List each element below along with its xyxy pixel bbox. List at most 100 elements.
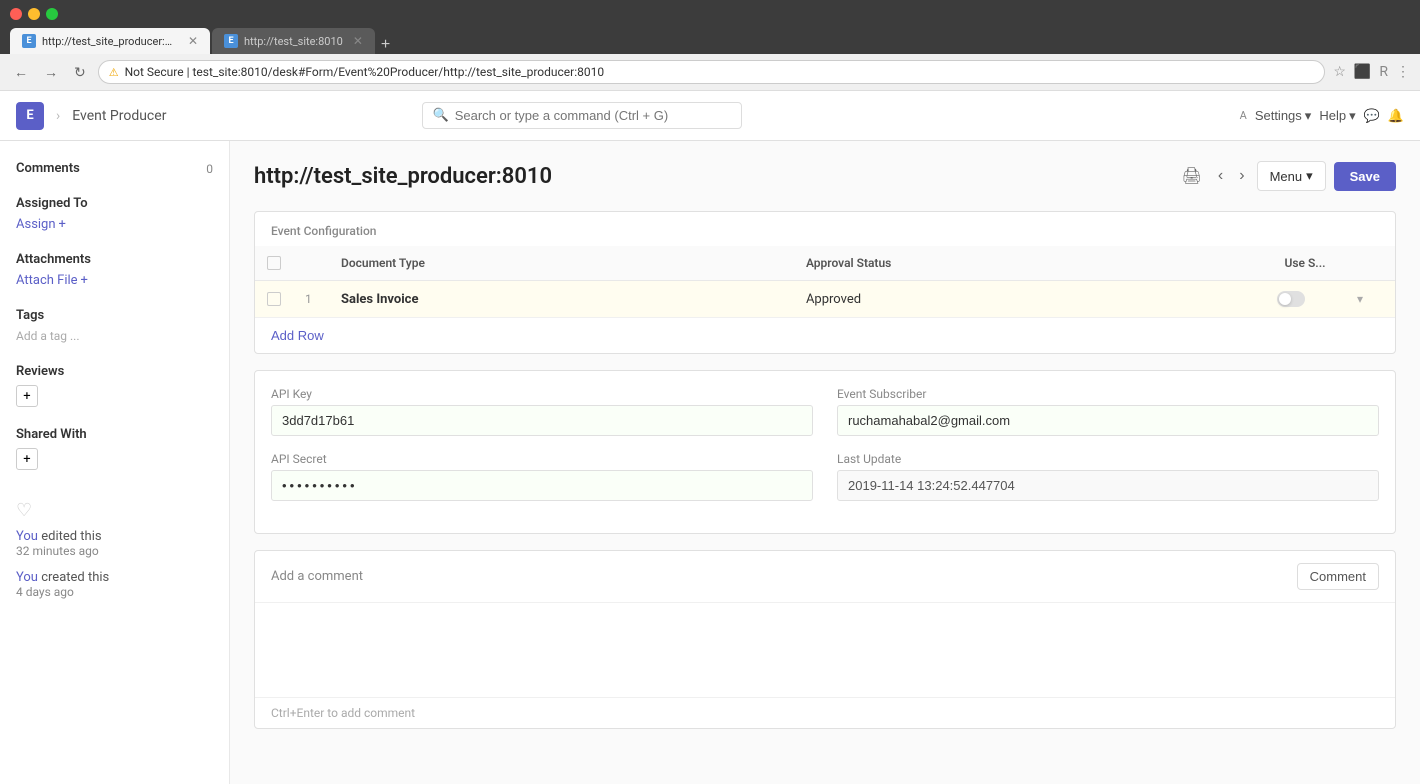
attach-file-label: Attach File <box>16 273 78 288</box>
next-button[interactable]: › <box>1235 163 1248 189</box>
add-row-label: Add Row <box>271 328 324 343</box>
api-card: API Key Event Subscriber API Secret Last <box>254 370 1396 534</box>
sidebar-shared-section: Shared With + <box>16 427 213 470</box>
bell-button[interactable]: 🔔 <box>1388 108 1404 124</box>
activity-action-1: created this <box>41 570 109 585</box>
approval-status-cell[interactable]: Approved <box>794 281 1265 318</box>
tab-favicon-1: E <box>22 34 36 48</box>
profile-icon[interactable]: R <box>1379 64 1388 80</box>
comment-header: Add a comment Comment <box>255 551 1395 603</box>
table-row: 1 Sales Invoice Approved <box>255 281 1395 318</box>
extensions-icon[interactable]: ⬛ <box>1354 64 1371 80</box>
api-key-input[interactable] <box>271 405 813 436</box>
heart-icon: ♡ <box>16 500 213 521</box>
row-number: 1 <box>305 292 312 306</box>
row-number-cell: 1 <box>293 281 329 318</box>
row-actions-cell: ▾ <box>1345 281 1395 318</box>
attach-file-link[interactable]: Attach File + <box>16 273 88 288</box>
settings-button[interactable]: Settings ▾ <box>1255 108 1312 124</box>
activity-you-0: You <box>16 529 38 544</box>
settings-label: Settings <box>1255 108 1302 123</box>
refresh-button[interactable]: ↻ <box>70 62 90 83</box>
api-secret-label: API Secret <box>271 452 813 466</box>
document-type-value: Sales Invoice <box>341 292 418 307</box>
add-row-button[interactable]: Add Row <box>255 318 340 353</box>
event-subscriber-input[interactable] <box>837 405 1379 436</box>
api-top-row: API Key Event Subscriber <box>271 387 1379 436</box>
col-header-use-s: Use S... <box>1265 246 1345 281</box>
comment-card: Add a comment Comment Ctrl+Enter to add … <box>254 550 1396 729</box>
save-button[interactable]: Save <box>1334 162 1396 191</box>
browser-tab-inactive[interactable]: E http://test_site:8010 ✕ <box>212 28 375 54</box>
browser-tab-active[interactable]: E http://test_site_producer:8010 ✕ <box>10 28 210 54</box>
tab-close-2[interactable]: ✕ <box>353 34 363 48</box>
search-input[interactable] <box>455 108 731 123</box>
help-button[interactable]: Help ▾ <box>1319 108 1355 124</box>
help-chevron-icon: ▾ <box>1349 108 1356 124</box>
sidebar-assigned-section: Assigned To Assign + <box>16 196 213 232</box>
last-update-group: Last Update <box>837 452 1379 501</box>
comment-textarea[interactable] <box>255 603 1395 693</box>
activity-section: ♡ You edited this 32 minutes ago You cre… <box>16 500 213 599</box>
use-s-toggle[interactable] <box>1277 291 1305 307</box>
assigned-to-label: Assigned To <box>16 196 88 211</box>
add-review-button[interactable]: + <box>16 385 38 407</box>
add-comment-label: Add a comment <box>271 569 363 584</box>
add-shared-button[interactable]: + <box>16 448 38 470</box>
activity-you-1: You <box>16 570 38 585</box>
prev-button[interactable]: ‹ <box>1214 163 1227 189</box>
last-update-label: Last Update <box>837 452 1379 466</box>
event-config-table: Document Type Approval Status Use S... <box>255 246 1395 318</box>
header-search[interactable]: 🔍 <box>422 102 742 129</box>
activity-action-0: edited this <box>41 529 101 544</box>
col-header-checkbox <box>255 246 293 281</box>
add-tag-link[interactable]: Add a tag ... <box>16 329 80 343</box>
chat-button[interactable]: 💬 <box>1364 108 1380 124</box>
api-key-label: API Key <box>271 387 813 401</box>
col-header-actions <box>1345 246 1395 281</box>
assign-label: Assign <box>16 217 56 232</box>
save-label: Save <box>1350 169 1380 184</box>
search-icon: 🔍 <box>433 108 449 123</box>
header-actions: A Settings ▾ Help ▾ 💬 🔔 <box>1240 108 1404 124</box>
page-wrapper: Comments 0 Assigned To Assign + Attachme… <box>0 141 1420 784</box>
app-logo: E <box>16 102 44 130</box>
forward-button[interactable]: → <box>40 62 62 82</box>
traffic-light-green[interactable] <box>46 8 58 20</box>
reviews-label: Reviews <box>16 364 64 379</box>
assign-plus-icon: + <box>59 217 66 232</box>
sidebar-attachments-section: Attachments Attach File + <box>16 252 213 288</box>
add-tag-label: Add a tag ... <box>16 329 80 343</box>
use-s-cell <box>1265 281 1345 318</box>
address-bar: ← → ↻ ⚠ Not Secure | test_site:8010/desk… <box>0 54 1420 91</box>
page-actions: 🖨 ‹ › Menu ▾ Save <box>1178 161 1396 191</box>
traffic-light-yellow[interactable] <box>28 8 40 20</box>
address-field[interactable]: ⚠ Not Secure | test_site:8010/desk#Form/… <box>98 60 1326 84</box>
attachments-label: Attachments <box>16 252 91 267</box>
comment-button[interactable]: Comment <box>1297 563 1379 590</box>
row-checkbox[interactable] <box>267 292 281 306</box>
back-button[interactable]: ← <box>10 62 32 82</box>
print-button[interactable]: 🖨 <box>1178 162 1206 190</box>
tab-close-1[interactable]: ✕ <box>188 34 198 48</box>
sidebar-tags-section: Tags Add a tag ... <box>16 308 213 344</box>
row-dropdown-icon[interactable]: ▾ <box>1357 292 1363 306</box>
sidebar-comments-section: Comments 0 <box>16 161 213 176</box>
assign-link[interactable]: Assign + <box>16 217 66 232</box>
activity-time-0: 32 minutes ago <box>16 544 213 558</box>
api-bottom-row: API Secret Last Update <box>271 452 1379 501</box>
event-subscriber-group: Event Subscriber <box>837 387 1379 436</box>
menu-button[interactable]: Menu ▾ <box>1257 161 1326 191</box>
tab-title-2: http://test_site:8010 <box>244 35 343 48</box>
more-options-icon[interactable]: ⋮ <box>1396 64 1410 80</box>
font-size-icon: A <box>1240 109 1247 122</box>
comment-hint: Ctrl+Enter to add comment <box>271 706 415 720</box>
bookmark-icon[interactable]: ☆ <box>1333 64 1346 80</box>
row-checkbox-cell <box>255 281 293 318</box>
new-tab-button[interactable]: + <box>377 36 394 54</box>
document-type-cell[interactable]: Sales Invoice <box>329 281 794 318</box>
traffic-light-red[interactable] <box>10 8 22 20</box>
select-all-checkbox[interactable] <box>267 256 281 270</box>
api-secret-input[interactable] <box>271 470 813 501</box>
comments-count: 0 <box>206 162 213 176</box>
